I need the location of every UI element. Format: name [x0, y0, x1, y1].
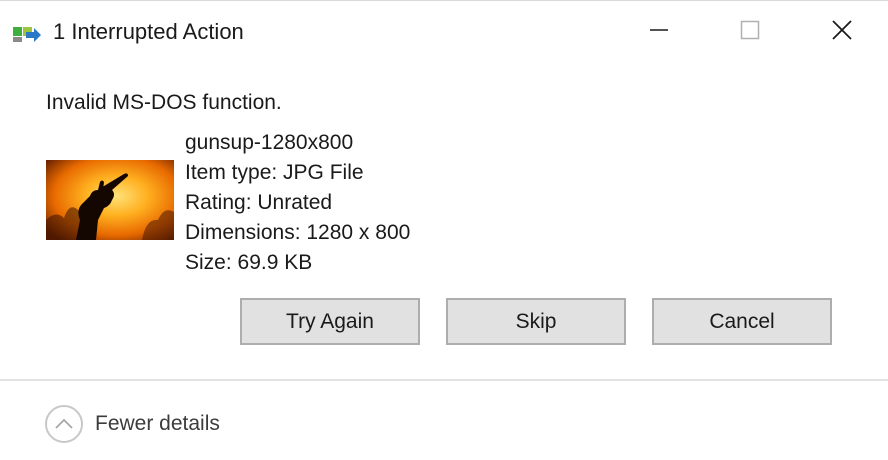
cancel-button[interactable]: Cancel [652, 298, 832, 345]
file-name: gunsup-1280x800 [185, 131, 354, 154]
maximize-icon [740, 20, 760, 45]
file-thumbnail [46, 160, 174, 240]
close-button[interactable] [796, 1, 888, 63]
maximize-button[interactable] [704, 1, 796, 63]
title-bar[interactable]: 1 Interrupted Action [0, 1, 888, 63]
chevron-up-icon[interactable] [45, 405, 83, 443]
fewer-details-label[interactable]: Fewer details [95, 412, 220, 436]
flame-hand-image [46, 160, 174, 240]
footer-divider [0, 379, 888, 381]
minimize-icon [649, 20, 669, 45]
error-message: Invalid MS-DOS function. [46, 91, 282, 114]
file-size: Size: 69.9 KB [185, 251, 313, 274]
file-item-type: Item type: JPG File [185, 161, 364, 184]
skip-button[interactable]: Skip [446, 298, 626, 345]
close-icon [831, 19, 853, 46]
file-move-icon [12, 24, 42, 44]
file-rating: Rating: Unrated [185, 191, 333, 214]
file-dimensions: Dimensions: 1280 x 800 [185, 221, 411, 244]
file-details: gunsup-1280x800 Item type: JPG File Rati… [185, 128, 410, 278]
try-again-button[interactable]: Try Again [240, 298, 420, 345]
window-title: 1 Interrupted Action [53, 19, 244, 44]
fewer-details-toggle[interactable]: Fewer details [45, 403, 220, 445]
minimize-button[interactable] [613, 1, 705, 63]
interrupted-action-dialog: 1 Interrupted Action Invalid MS-DOS func… [0, 0, 888, 460]
